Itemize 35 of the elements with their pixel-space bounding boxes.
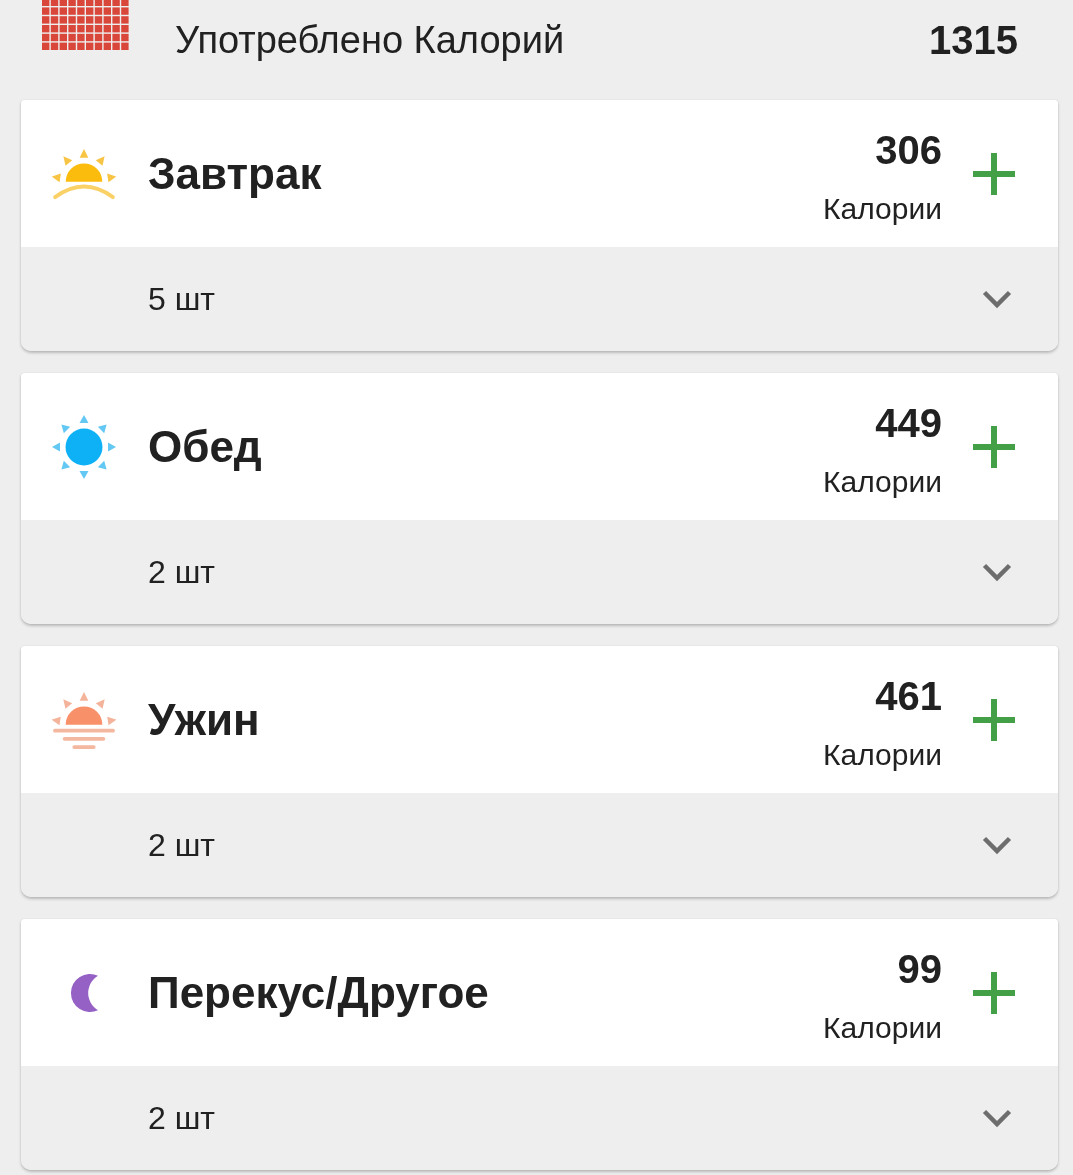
meal-calories-label: Калории: [823, 736, 942, 773]
grid-icon: [42, 0, 130, 52]
meal-calories-label: Калории: [823, 463, 942, 500]
expand-row[interactable]: 2 шт: [21, 520, 1058, 624]
meal-title: Ужин: [148, 694, 260, 745]
meal-calories-value: 306: [875, 126, 942, 173]
item-count: 2 шт: [148, 1099, 215, 1137]
item-count: 2 шт: [148, 553, 215, 591]
meal-calories-label: Калории: [823, 190, 942, 227]
add-button[interactable]: [973, 152, 1015, 195]
add-button[interactable]: [973, 698, 1015, 741]
plus-icon: [973, 698, 1015, 741]
meal-calories-value: 449: [875, 399, 942, 446]
meal-calories-value: 99: [897, 945, 942, 992]
meal-calories-value: 461: [875, 672, 942, 719]
add-button[interactable]: [973, 425, 1015, 468]
meal-title: Обед: [148, 421, 262, 472]
plus-icon: [973, 971, 1015, 1014]
sunrise-icon: [52, 147, 116, 200]
expand-row[interactable]: 5 шт: [21, 247, 1058, 351]
add-button[interactable]: [973, 971, 1015, 1014]
sun-icon: [52, 414, 116, 479]
plus-icon: [973, 152, 1015, 195]
item-count: 2 шт: [148, 826, 215, 864]
sunset-icon: [52, 690, 116, 749]
plus-icon: [973, 425, 1015, 468]
meal-title: Перекус/Другое: [148, 967, 489, 1018]
consumed-calories-label: Употреблено Калорий: [175, 18, 565, 62]
consumed-calories-value: 1315: [929, 17, 1018, 63]
moon-icon: [70, 972, 100, 1013]
meal-title: Завтрак: [148, 148, 322, 199]
item-count: 5 шт: [148, 280, 215, 318]
expand-row[interactable]: 2 шт: [21, 1066, 1058, 1170]
meal-calories-label: Калории: [823, 1009, 942, 1046]
expand-row[interactable]: 2 шт: [21, 793, 1058, 897]
